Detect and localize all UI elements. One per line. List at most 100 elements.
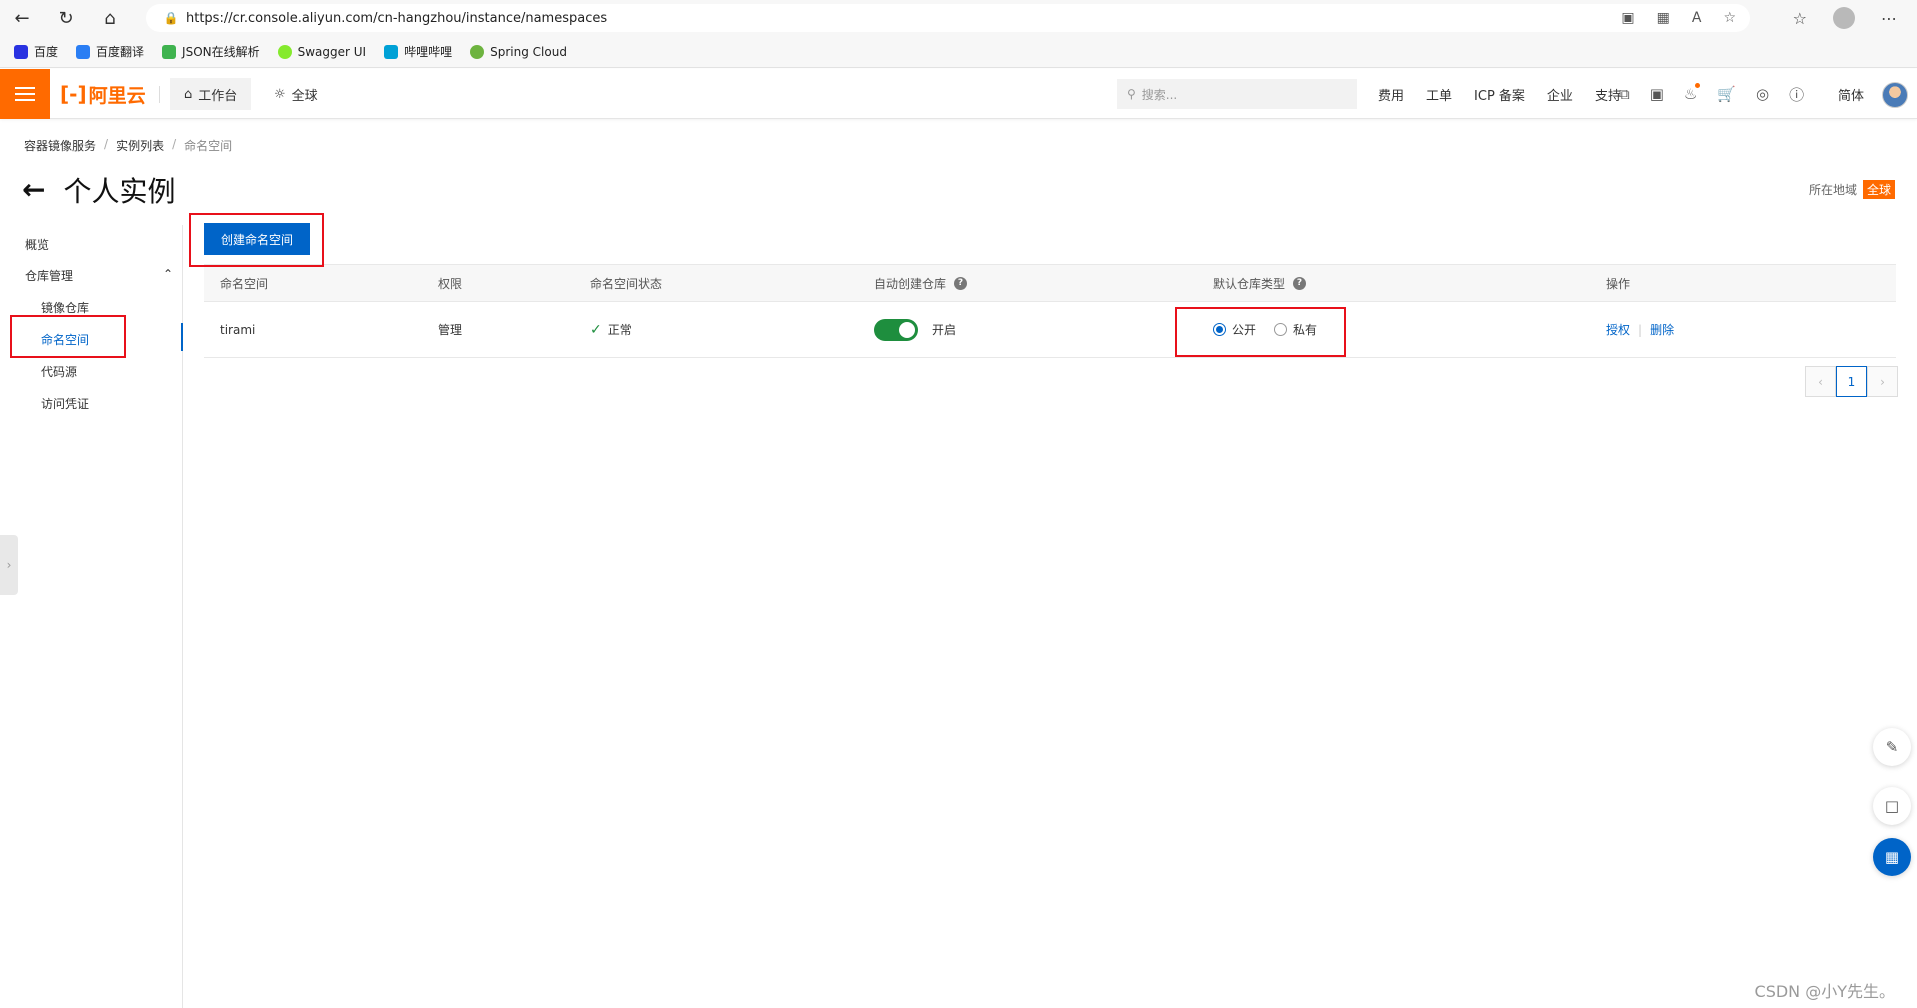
namespace-name: tirami — [220, 322, 256, 337]
page-number[interactable]: 1 — [1836, 366, 1867, 397]
top-link-billing[interactable]: 费用 — [1378, 85, 1404, 104]
pagination: ‹ 1 › — [1805, 366, 1898, 397]
hamburger-menu-icon[interactable] — [0, 69, 50, 119]
namespace-table: 命名空间 权限 命名空间状态 自动创建仓库 ? 默认仓库类型 ? 操作 tira… — [204, 264, 1896, 358]
bookmarks-bar: 百度 百度翻译 JSON在线解析 Swagger UI 哔哩哔哩 Spring … — [0, 36, 1917, 68]
profile-icon[interactable] — [1833, 7, 1855, 29]
aliyun-logo[interactable]: [-] 阿里云 — [60, 82, 146, 107]
help-icon[interactable]: ⓘ — [1789, 84, 1804, 105]
breadcrumb-current: 命名空间 — [184, 139, 233, 153]
sidebar-item-overview[interactable]: 概览 — [25, 236, 49, 253]
check-icon: ✓ — [590, 321, 602, 338]
highlight-box — [10, 315, 126, 358]
status-cell: ✓ 正常 — [590, 302, 632, 357]
top-link-ticket[interactable]: 工单 — [1426, 85, 1452, 104]
column-header: 默认仓库类型 ? — [1213, 265, 1307, 301]
spring-icon — [470, 44, 485, 59]
region-badge: 全球 — [1862, 180, 1895, 199]
search-input[interactable]: ⚲ 搜索... — [1117, 79, 1357, 109]
favorite-add-icon[interactable]: ☆ — [1723, 10, 1736, 26]
permission-value: 管理 — [438, 323, 463, 337]
column-header: 自动创建仓库 ? — [874, 265, 968, 301]
sidebar-item-access-credential[interactable]: 访问凭证 — [41, 395, 89, 412]
sidebar-item-image-repo[interactable]: 镜像仓库 — [41, 299, 89, 316]
watermark: CSDN @小Y先生。 — [1754, 982, 1895, 1001]
authorize-link[interactable]: 授权 — [1606, 321, 1630, 338]
sidebar-item-code-source[interactable]: 代码源 — [41, 363, 77, 380]
prev-page-chevron-icon[interactable]: ‹ — [1805, 366, 1836, 397]
bookmark-bilibili[interactable]: 哔哩哔哩 — [384, 43, 452, 60]
notification-bell-icon[interactable]: ♨ — [1684, 83, 1701, 103]
bookmark-json[interactable]: JSON在线解析 — [162, 43, 260, 60]
code-icon[interactable]: ⧉ — [1619, 85, 1630, 103]
device-icon[interactable]: ▣ — [1621, 10, 1634, 26]
json-icon — [162, 44, 177, 59]
active-indicator — [181, 323, 183, 351]
delete-link[interactable]: 删除 — [1650, 321, 1674, 338]
bookmark-spring[interactable]: Spring Cloud — [470, 44, 567, 59]
edit-pen-icon[interactable]: ✎ — [1873, 728, 1911, 766]
swagger-icon — [277, 44, 292, 59]
home-icon[interactable]: ⌂ — [88, 0, 132, 36]
read-aloud-icon[interactable]: A — [1692, 10, 1702, 26]
chevron-up-icon: ⌃ — [162, 267, 173, 281]
home-icon: ⌂ — [184, 86, 193, 102]
back-arrow-icon[interactable]: ← — [22, 176, 45, 204]
logo-mark-icon: [-] — [60, 82, 87, 106]
baidu-icon — [14, 44, 28, 59]
search-icon: ⚲ — [1127, 87, 1136, 101]
actions-cell: 授权 | 删除 — [1606, 321, 1675, 338]
globe-icon: ☼ — [274, 86, 286, 102]
address-bar[interactable]: 🔒 https://cr.console.aliyun.com/cn-hangz… — [146, 4, 1750, 32]
breadcrumb: 容器镜像服务 / 实例列表 / 命名空间 — [24, 137, 233, 154]
toggle-label: 开启 — [932, 323, 957, 337]
table-header: 命名空间 权限 命名空间状态 自动创建仓库 ? 默认仓库类型 ? 操作 — [204, 264, 1896, 302]
column-header: 命名空间 — [220, 276, 269, 291]
user-avatar[interactable] — [1882, 82, 1908, 108]
refresh-icon[interactable]: ↻ — [44, 0, 88, 36]
lightbulb-icon[interactable]: ◎ — [1756, 85, 1769, 103]
column-header: 权限 — [438, 276, 463, 291]
highlight-box — [189, 213, 324, 267]
favorites-icon[interactable]: ☆ — [1793, 9, 1807, 28]
url-text[interactable]: https://cr.console.aliyun.com/cn-hangzho… — [186, 11, 607, 26]
sidebar-group-repo-management[interactable]: 仓库管理 ⌃ — [25, 267, 173, 284]
page-title: 个人实例 — [63, 175, 176, 208]
table-row: tirami 管理 ✓ 正常 开启 公开 私有 授权 | 删除 — [204, 302, 1896, 358]
terminal-icon[interactable]: ▣ — [1650, 85, 1664, 103]
auto-create-toggle[interactable] — [874, 318, 918, 341]
back-icon[interactable]: ← — [0, 0, 44, 36]
breadcrumb-item[interactable]: 容器镜像服务 — [24, 137, 96, 154]
cart-icon[interactable]: 🛒 — [1717, 85, 1736, 103]
region-info: 所在地域 全球 — [1809, 180, 1895, 199]
bilibili-icon — [384, 44, 399, 59]
apps-icon[interactable]: ▦ — [1657, 10, 1670, 26]
bookmark-translate[interactable]: 百度翻译 — [76, 43, 144, 60]
breadcrumb-item[interactable]: 实例列表 — [116, 137, 164, 154]
lock-icon[interactable]: 🔒 — [156, 11, 186, 25]
feedback-chat-icon[interactable]: □ — [1873, 787, 1911, 825]
workbench-button[interactable]: ⌂ 工作台 — [170, 78, 252, 110]
highlight-box — [1175, 307, 1346, 357]
region-selector[interactable]: ☼ 全球 — [274, 78, 318, 110]
help-icon[interactable]: ? — [1293, 276, 1307, 290]
region-label: 所在地域 — [1808, 183, 1857, 197]
help-icon[interactable]: ? — [954, 276, 968, 290]
apps-grid-icon[interactable]: ▦ — [1873, 838, 1911, 876]
more-icon[interactable]: ⋯ — [1881, 9, 1897, 28]
console-topbar: [-] 阿里云 ⌂ 工作台 ☼ 全球 ⚲ 搜索... 费用 工单 ICP 备案 … — [0, 69, 1917, 119]
next-page-chevron-icon[interactable]: › — [1867, 366, 1898, 397]
column-header: 命名空间状态 — [590, 276, 663, 291]
bookmark-swagger[interactable]: Swagger UI — [277, 44, 366, 59]
top-link-icp[interactable]: ICP 备案 — [1474, 85, 1525, 104]
translate-icon — [76, 44, 91, 59]
top-link-enterprise[interactable]: 企业 — [1547, 85, 1573, 104]
language-selector[interactable]: 简体 — [1838, 69, 1864, 119]
status-text: 正常 — [607, 323, 632, 337]
auto-create-cell: 开启 — [874, 302, 956, 357]
top-link-support[interactable]: 支持 — [1595, 85, 1621, 104]
column-header: 操作 — [1606, 276, 1631, 291]
bookmark-baidu[interactable]: 百度 — [14, 43, 58, 60]
sidebar-expand-chevron-icon[interactable]: › — [0, 535, 18, 595]
divider — [159, 86, 160, 103]
